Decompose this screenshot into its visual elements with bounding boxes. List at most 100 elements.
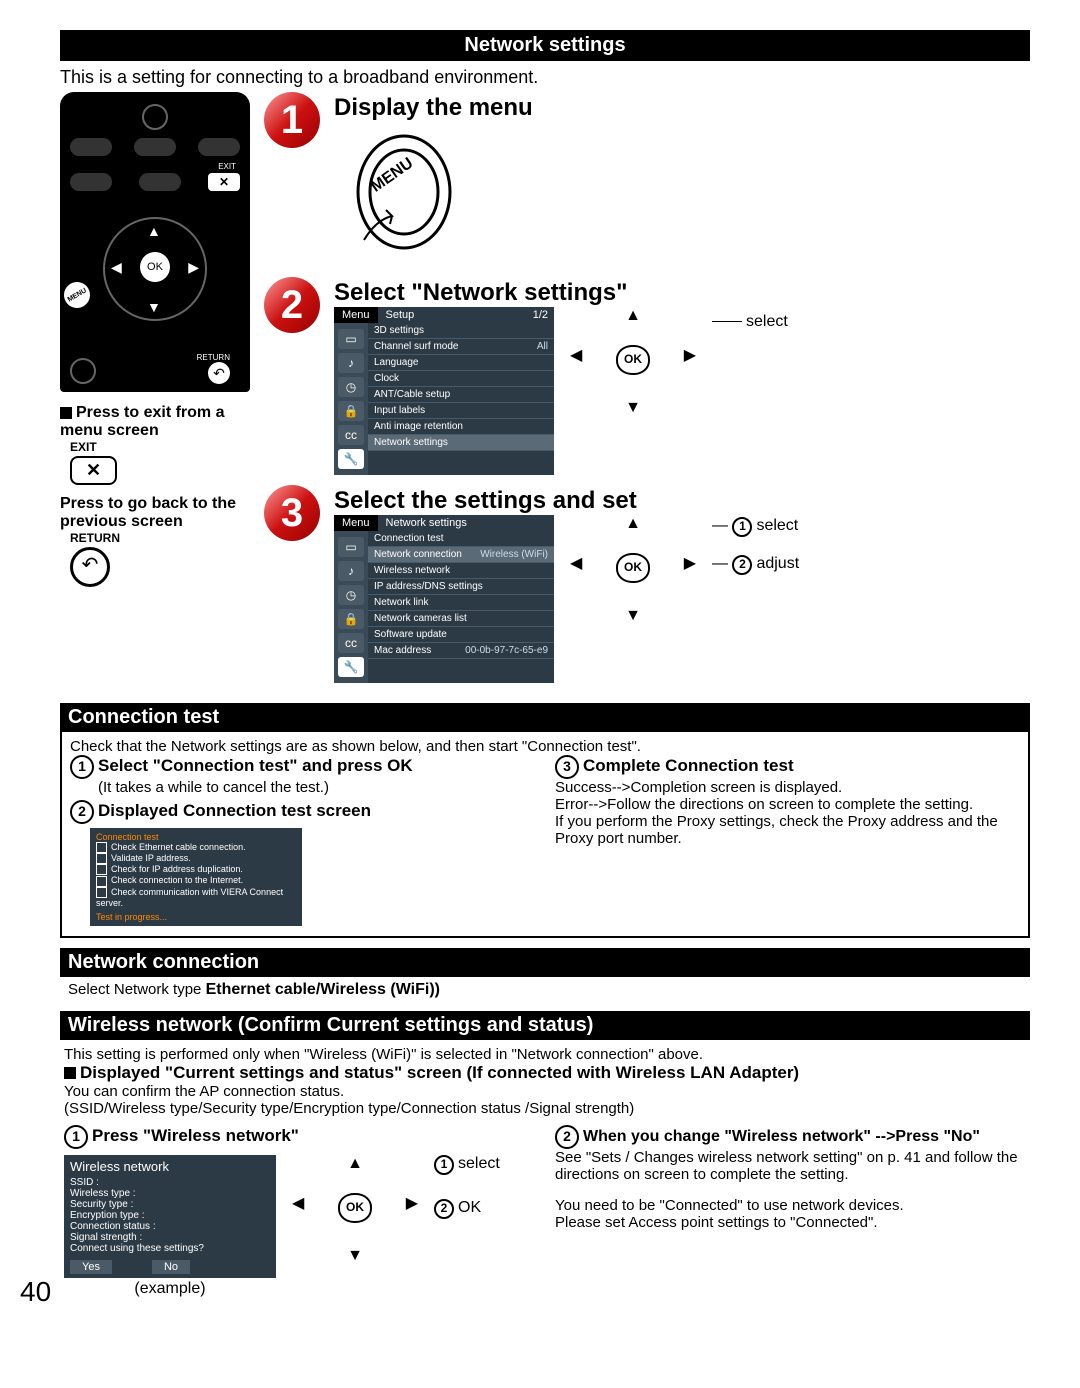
netconn-text: Select Network type xyxy=(68,981,206,998)
conn-check-line: Check connection to the Internet. xyxy=(111,875,243,885)
connection-test-heading: Connection test xyxy=(60,703,1030,732)
conn-step3: 3Complete Connection test xyxy=(555,755,1020,779)
arrow-left-icon: ◀ xyxy=(292,1193,304,1213)
ok-button-icon: OK xyxy=(616,553,650,583)
step-number-1: 1 xyxy=(264,92,320,148)
page-number: 40 xyxy=(20,1276,51,1308)
remote-ir-sensor xyxy=(142,104,168,130)
wn-row: Encryption type : xyxy=(70,1210,270,1221)
osd-item: Network link xyxy=(368,595,554,611)
osd-setup-menu: Menu Setup 1/2 ▭ ♪ ◷ 🔒 cc xyxy=(334,307,554,475)
conn-check-line: Check communication with VIERA Connect s… xyxy=(96,887,283,908)
remote-illustration: EXIT ✕ MENU ▲ ▼ ◀ ▶ OK xyxy=(60,92,250,392)
step3-title: Select the settings and set xyxy=(334,487,1030,515)
wireless-step1: 1Press "Wireless network" xyxy=(64,1125,535,1149)
wrench-icon: 🔧 xyxy=(338,657,364,677)
wn-row: SSID : xyxy=(70,1177,270,1188)
wrench-icon: 🔧 xyxy=(338,449,364,469)
menu-word: MENU xyxy=(368,155,416,196)
osd-page-indicator: 1/2 xyxy=(527,307,554,323)
back-hint: Press to go back to the previous screen xyxy=(60,495,250,531)
arrow-left-icon: ◀ xyxy=(570,553,582,573)
osd-menu-tab: Menu xyxy=(334,307,378,323)
osd-item: Anti image retention xyxy=(368,419,554,435)
remote-ok-button: OK xyxy=(140,252,170,282)
osd-item: Connection test xyxy=(368,531,554,547)
osd-icon-column: ▭ ♪ ◷ 🔒 cc 🔧 xyxy=(334,323,368,475)
wn-row: Connection status : xyxy=(70,1221,270,1232)
osd-item: Channel surf modeAll xyxy=(368,339,554,355)
example-label: (example) xyxy=(64,1280,276,1298)
dpad-ok-label: 2OK xyxy=(434,1199,500,1219)
wireless-body: This setting is performed only when "Wir… xyxy=(60,1040,1030,1308)
remote-button xyxy=(70,173,112,191)
cc-icon: cc xyxy=(338,633,364,653)
dpad-select-label: — 1select xyxy=(712,517,799,537)
osd-item: Input labels xyxy=(368,403,554,419)
arrow-left-icon: ◀ xyxy=(570,345,582,365)
osd-item: Wireless network xyxy=(368,563,554,579)
dpad-adjust-label: — 2adjust xyxy=(712,555,799,575)
wireless-step2: 2When you change "Wireless network" -->P… xyxy=(555,1125,1026,1149)
wireless-line2: Displayed "Current settings and status" … xyxy=(64,1063,1026,1083)
page-title-bar: Network settings xyxy=(60,30,1030,61)
step-number-2: 2 xyxy=(264,277,320,333)
arrow-left-icon: ◀ xyxy=(111,259,122,276)
music-icon: ♪ xyxy=(338,353,364,373)
osd-icon-column: ▭ ♪ ◷ 🔒 cc 🔧 xyxy=(334,531,368,683)
wn-row: Connect using these settings? xyxy=(70,1243,270,1254)
network-connection-body: Select Network type Ethernet cable/Wirel… xyxy=(60,977,1030,1001)
exit-label: EXIT xyxy=(70,440,250,454)
wireless-network-heading: Wireless network (Confirm Current settin… xyxy=(60,1011,1030,1040)
ok-button-icon: OK xyxy=(616,345,650,375)
return-button-icon: ↶ xyxy=(70,547,110,587)
conn-step2: 2Displayed Connection test screen xyxy=(70,800,535,824)
timer-icon: ◷ xyxy=(338,585,364,605)
osd-item: ANT/Cable setup xyxy=(368,387,554,403)
conn-progress: Test in progress... xyxy=(96,912,296,922)
osd-item-label: Channel surf mode xyxy=(374,341,459,352)
remote-return-label: RETURN xyxy=(197,353,230,362)
osd-setup-tab: Setup xyxy=(378,307,527,323)
step-number-3: 3 xyxy=(264,485,320,541)
ok-button-icon: OK xyxy=(338,1193,372,1223)
remote-exit-button: ✕ xyxy=(208,173,240,191)
tv-icon: ▭ xyxy=(338,329,364,349)
arrow-up-icon: ▲ xyxy=(147,223,161,239)
remote-return-button: ↶ xyxy=(208,362,230,384)
arrow-up-icon: ▲ xyxy=(347,1155,363,1173)
wireless-r3: Please set Access point settings to "Con… xyxy=(555,1214,1026,1231)
dpad-diagram: ▲ ▼ ◀ ▶ OK xyxy=(568,307,698,417)
step1-title: Display the menu xyxy=(334,94,533,122)
osd-item-label: Mac address xyxy=(374,645,431,656)
back-hint-text: Press to go back to the previous screen xyxy=(60,495,236,530)
osd-menu-tab: Menu xyxy=(334,515,378,531)
wireless-status-screen: Wireless network SSID : Wireless type : … xyxy=(64,1155,276,1278)
lock-icon: 🔒 xyxy=(338,609,364,629)
osd-item-value: 00-0b-97-7c-65-e9 xyxy=(465,645,548,656)
osd-network-menu: Menu Network settings ▭ ♪ ◷ 🔒 cc xyxy=(334,515,554,683)
conn-box-title: Connection test xyxy=(96,832,296,842)
remote-button xyxy=(134,138,176,156)
exit-hint: Press to exit from a menu screen xyxy=(60,404,250,440)
osd-item: Software update xyxy=(368,627,554,643)
wireless-r1: See "Sets / Changes wireless network set… xyxy=(555,1149,1026,1183)
wireless-r2: You need to be "Connected" to use networ… xyxy=(555,1197,1026,1214)
osd-item: 3D settings xyxy=(368,323,554,339)
wn-title: Wireless network xyxy=(70,1159,270,1174)
connection-test-body: Check that the Network settings are as s… xyxy=(60,732,1030,938)
remote-button xyxy=(198,138,240,156)
osd-item: Clock xyxy=(368,371,554,387)
conn-intro: Check that the Network settings are as s… xyxy=(70,738,1020,755)
arrow-right-icon: ▶ xyxy=(188,259,199,276)
wireless-line1: This setting is performed only when "Wir… xyxy=(64,1046,1026,1063)
dpad-select-label: select xyxy=(712,313,788,331)
netconn-bold: Ethernet cable/Wireless (WiFi)) xyxy=(206,981,440,998)
wn-row: Security type : xyxy=(70,1199,270,1210)
menu-button-illustration: MENU xyxy=(334,122,474,262)
step2-title: Select "Network settings" xyxy=(334,279,1030,307)
dpad-select-label: 1select xyxy=(434,1155,500,1175)
exit-button-icon: ✕ xyxy=(70,456,117,485)
osd-item-value: Wireless (WiFi) xyxy=(480,549,548,560)
arrow-down-icon: ▼ xyxy=(625,399,641,417)
